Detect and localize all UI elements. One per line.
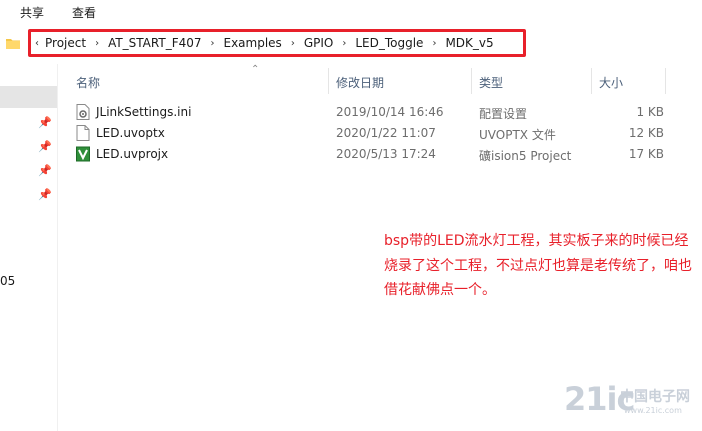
pin-icon[interactable]: 📌 — [38, 116, 52, 129]
settings-file-icon — [76, 104, 90, 120]
file-row[interactable]: LED.uvoptx 2020/1/22 11:07 UVOPTX 文件 12 … — [60, 123, 680, 143]
column-header-row: ⌃ 名称 修改日期 类型 大小 — [60, 64, 702, 94]
address-breadcrumb[interactable]: ‹ Project › AT_START_F407 › Examples › G… — [28, 29, 526, 57]
file-date: 2019/10/14 16:46 — [336, 105, 444, 119]
ribbon-tab-share[interactable]: 共享 — [20, 4, 44, 21]
breadcrumb-at-start-f407[interactable]: AT_START_F407 — [108, 36, 201, 50]
watermark-url: www.21ic.com — [624, 406, 682, 415]
file-type: 礦ision5 Project — [479, 149, 572, 163]
file-row[interactable]: LED.uvprojx 2020/5/13 17:24 礦ision5 Proj… — [60, 144, 680, 164]
column-header-type[interactable]: 类型 — [479, 74, 503, 91]
chevron-left-icon: ‹ — [35, 37, 39, 49]
file-name[interactable]: LED.uvprojx — [96, 147, 168, 161]
watermark-logo: 21ic 中国电子网 www.21ic.com — [548, 378, 698, 428]
ribbon: 共享 查看 — [0, 0, 702, 24]
file-date: 2020/5/13 17:24 — [336, 147, 436, 161]
breadcrumb-examples[interactable]: Examples — [224, 36, 282, 50]
blank-file-icon — [76, 125, 90, 141]
chevron-right-icon: › — [210, 37, 215, 49]
column-divider[interactable] — [471, 68, 472, 94]
file-row[interactable]: JLinkSettings.ini 2019/10/14 16:46 配置设置 … — [60, 102, 680, 122]
file-name[interactable]: LED.uvoptx — [96, 126, 165, 140]
watermark-subtext: 中国电子网 — [620, 389, 690, 405]
annotation-text: bsp带的LED流水灯工程，其实板子来的时候已经烧录了这个工程，不过点灯也算是老… — [384, 233, 692, 298]
chevron-right-icon: › — [290, 37, 295, 49]
breadcrumb-project[interactable]: Project — [45, 36, 86, 50]
column-divider[interactable] — [665, 68, 666, 94]
pin-icon[interactable]: 📌 — [38, 164, 52, 177]
file-type: UVOPTX 文件 — [479, 128, 556, 142]
sort-up-icon: ⌃ — [251, 64, 260, 75]
navigation-pane[interactable]: 📌 📌 📌 📌 05 — [0, 64, 58, 431]
column-divider[interactable] — [591, 68, 592, 94]
chevron-right-icon: › — [432, 37, 437, 49]
ribbon-tab-view[interactable]: 查看 — [72, 4, 96, 21]
nav-item-partial[interactable]: 05 — [0, 274, 15, 288]
file-type: 配置设置 — [479, 107, 528, 121]
nav-selected-item[interactable] — [0, 86, 57, 108]
breadcrumb-led-toggle[interactable]: LED_Toggle — [355, 36, 423, 50]
breadcrumb-mdk-v5[interactable]: MDK_v5 — [445, 36, 493, 50]
chevron-right-icon: › — [95, 37, 100, 49]
pin-icon[interactable]: 📌 — [38, 140, 52, 153]
column-header-name[interactable]: 名称 — [76, 74, 100, 91]
column-divider[interactable] — [328, 68, 329, 94]
pin-icon[interactable]: 📌 — [38, 188, 52, 201]
address-bar[interactable]: ‹ Project › AT_START_F407 › Examples › G… — [0, 27, 702, 61]
file-name[interactable]: JLinkSettings.ini — [96, 105, 191, 119]
file-date: 2020/1/22 11:07 — [336, 126, 436, 140]
breadcrumb-gpio[interactable]: GPIO — [304, 36, 334, 50]
column-header-size[interactable]: 大小 — [599, 74, 623, 91]
column-header-date[interactable]: 修改日期 — [336, 74, 384, 91]
file-size: 12 KB — [628, 126, 664, 140]
chevron-right-icon: › — [342, 37, 347, 49]
file-size: 17 KB — [628, 147, 664, 161]
folder-icon — [6, 39, 20, 49]
keil-project-icon — [76, 146, 90, 162]
file-size: 1 KB — [636, 105, 664, 119]
